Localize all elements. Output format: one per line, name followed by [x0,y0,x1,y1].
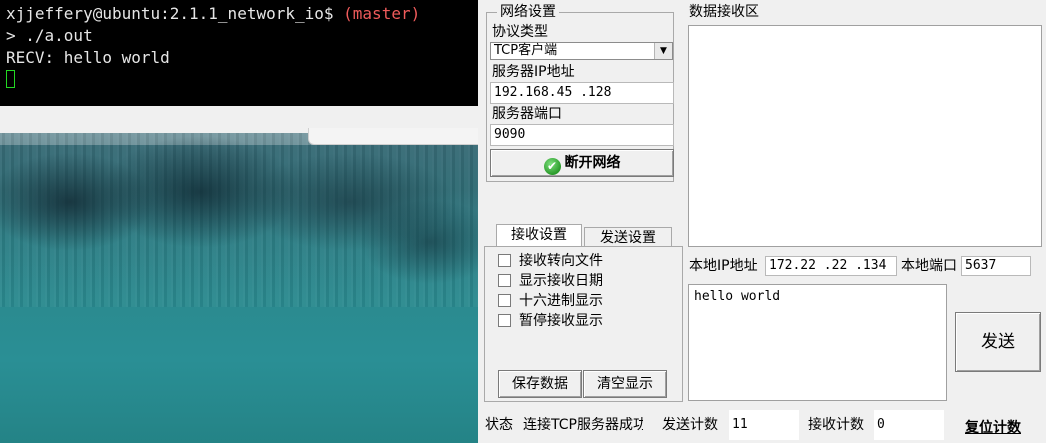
terminal-cursor [6,70,15,88]
option-pause-display[interactable]: 暂停接收显示 [498,312,603,330]
reset-count-link[interactable]: 复位计数 [965,417,1021,437]
disconnect-button-label: 断开网络 [564,155,621,171]
checkbox[interactable] [498,274,511,287]
receive-area[interactable] [688,25,1042,247]
option-receive-to-file[interactable]: 接收转向文件 [498,252,603,270]
terminal-output: RECV: hello world [6,48,170,67]
tab-receive-settings[interactable]: 接收设置 [496,224,582,247]
terminal-cursor-line [6,69,478,91]
send-button[interactable]: 发送 [955,312,1041,372]
local-ip-field[interactable]: 172.22 .22 .134 [765,256,897,276]
terminal-git-branch: (master) [343,4,421,23]
checkbox[interactable] [498,294,511,307]
server-port-label: 服务器端口 [492,106,562,122]
protocol-label: 协议类型 [492,24,548,40]
chevron-down-icon[interactable]: ▼ [654,43,672,59]
receive-area-label: 数据接收区 [689,4,759,20]
protocol-select-value: TCP客户端 [494,43,558,58]
terminal-command: > ./a.out [6,26,93,45]
network-settings-title: 网络设置 [497,4,559,20]
local-port-label: 本地端口 [901,258,957,274]
option-receive-to-file-label: 接收转向文件 [519,253,603,269]
protocol-select[interactable]: TCP客户端 ▼ [490,42,673,60]
save-data-button[interactable]: 保存数据 [498,370,582,398]
recv-count-value: 0 [874,410,944,440]
server-ip-field[interactable]: 192.168.45 .128 [490,82,674,104]
recv-count-label: 接收计数 [808,417,864,433]
option-show-date[interactable]: 显示接收日期 [498,272,603,290]
check-icon: ✔ [543,158,561,175]
option-hex-display[interactable]: 十六进制显示 [498,292,603,310]
send-count-value: 11 [729,410,799,440]
window-edge-corner [308,128,481,145]
clear-display-button[interactable]: 清空显示 [583,370,667,398]
send-text-area[interactable]: hello world [688,284,947,401]
disconnect-button[interactable]: ✔ 断开网络 [490,149,674,177]
server-ip-label: 服务器IP地址 [492,64,575,80]
local-ip-label: 本地IP地址 [689,258,758,274]
send-count-label: 发送计数 [662,417,718,433]
option-hex-display-label: 十六进制显示 [519,293,603,309]
terminal-prompt-user: xjjeffery@ubuntu:2.1.1_network_io$ [6,4,334,23]
network-debug-app: 网络设置 协议类型 TCP客户端 ▼ 服务器IP地址 192.168.45 .1… [478,0,1046,443]
status-value: 连接TCP服务器成功 [523,417,643,433]
tab-send-settings[interactable]: 发送设置 [584,227,672,247]
local-port-field[interactable]: 5637 [961,256,1031,276]
server-port-field[interactable]: 9090 [490,124,674,146]
settings-tabs: 接收设置 发送设置 [486,224,684,247]
wallpaper-trees [0,132,480,307]
window-edge-bar [0,106,481,145]
checkbox[interactable] [498,254,511,267]
option-pause-display-label: 暂停接收显示 [519,313,603,329]
option-show-date-label: 显示接收日期 [519,273,603,289]
terminal-window[interactable]: xjjeffery@ubuntu:2.1.1_network_io$ (mast… [0,0,478,106]
status-label: 状态 [485,417,513,433]
terminal-prompt-line: xjjeffery@ubuntu:2.1.1_network_io$ (mast… [6,3,478,25]
checkbox[interactable] [498,314,511,327]
